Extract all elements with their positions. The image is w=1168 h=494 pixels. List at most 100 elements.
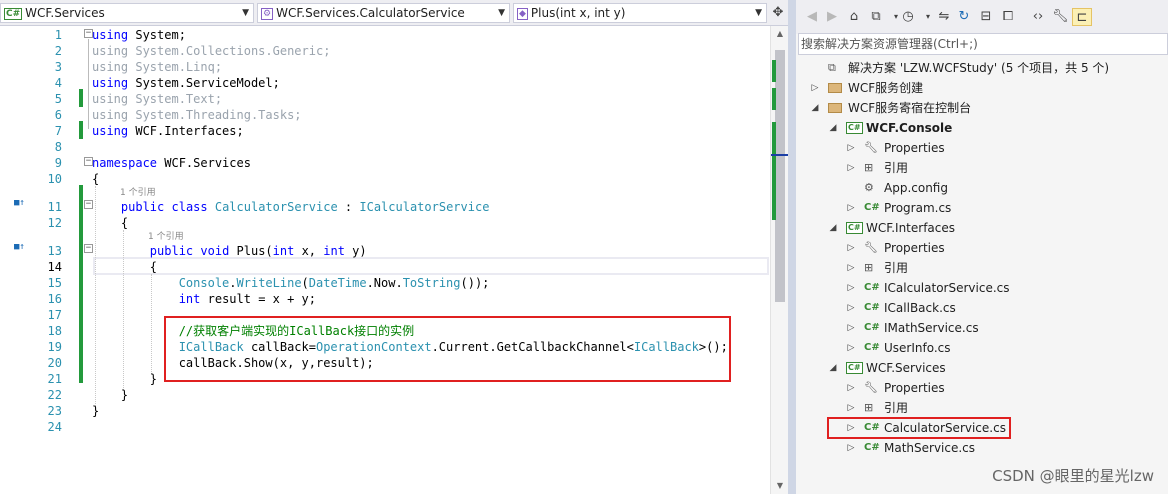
tree-item[interactable]: ◢ C# WCF.Interfaces	[796, 218, 1168, 238]
code-line[interactable]: using WCF.Interfaces;	[92, 123, 244, 139]
expand-arrow-icon[interactable]: ▷	[846, 318, 856, 338]
code-line[interactable]: }	[92, 387, 128, 403]
expand-arrow-icon[interactable]: ▷	[810, 78, 820, 98]
tree-item[interactable]: ▷ C# MathService.cs	[796, 438, 1168, 458]
split-editor-button[interactable]: ✥	[770, 3, 786, 23]
expand-arrow-icon[interactable]: ▷	[846, 438, 856, 458]
code-line[interactable]: public class CalculatorService : ICalcul…	[92, 199, 490, 215]
scroll-thumb[interactable]	[775, 50, 785, 302]
expand-arrow-icon[interactable]: ▷	[846, 258, 856, 278]
tree-item-label: 引用	[884, 261, 909, 275]
tree-item[interactable]: ⧉ 解决方案 'LZW.WCFStudy' (5 个项目，共 5 个)	[796, 58, 1168, 78]
tree-item[interactable]: ▷ ⊞ 引用	[796, 258, 1168, 278]
code-token: {	[92, 260, 158, 274]
tree-item[interactable]: ▷ C# Program.cs	[796, 198, 1168, 218]
code-token: class	[171, 200, 208, 214]
code-line[interactable]: {	[92, 171, 99, 187]
collapse-all-icon[interactable]: ⊟	[978, 8, 994, 26]
code-line[interactable]: using System;	[92, 27, 186, 43]
sync-with-document-icon[interactable]: ⇋	[936, 8, 952, 26]
expand-arrow-icon[interactable]: ▷	[846, 338, 856, 358]
code-token: int	[323, 244, 345, 258]
expand-arrow-icon[interactable]: ▷	[846, 238, 856, 258]
code-line[interactable]: int result = x + y;	[92, 291, 316, 307]
project-dropdown-label: WCF.Services	[25, 6, 105, 20]
config-icon: ⚙	[864, 181, 874, 194]
tree-item[interactable]: ▷ C# ICalculatorService.cs	[796, 278, 1168, 298]
tree-item[interactable]: ▷ ⊞ 引用	[796, 158, 1168, 178]
csproj-icon: C#	[846, 362, 863, 374]
forward-icon[interactable]: ▶	[824, 8, 840, 26]
tree-item[interactable]: ▷ 🔧︎ Properties	[796, 238, 1168, 258]
codelens-references[interactable]: 1 个引用	[120, 185, 156, 201]
expand-arrow-icon[interactable]: ▷	[846, 378, 856, 398]
code-line[interactable]: }	[92, 371, 157, 387]
tree-item[interactable]: ◢ C# WCF.Console	[796, 118, 1168, 138]
code-line[interactable]: namespace WCF.Services	[92, 155, 251, 171]
expand-arrow-icon[interactable]: ▷	[846, 298, 856, 318]
refresh-icon[interactable]: ↻	[956, 8, 972, 26]
code-line[interactable]: }	[92, 403, 99, 419]
tree-item[interactable]: ◢ WCF服务寄宿在控制台	[796, 98, 1168, 118]
fold-guide	[88, 39, 89, 129]
back-icon[interactable]: ◀	[804, 8, 820, 26]
type-dropdown[interactable]: ⚙ WCF.Services.CalculatorService ▼	[257, 3, 510, 23]
code-line[interactable]: using System.Text;	[92, 91, 222, 107]
collapse-arrow-icon[interactable]: ◢	[828, 218, 838, 238]
expand-arrow-icon[interactable]: ▷	[846, 158, 856, 178]
code-line[interactable]: using System.Collections.Generic;	[92, 43, 330, 59]
tree-item[interactable]: ▷ ⊞ 引用	[796, 398, 1168, 418]
code-line[interactable]: using System.Linq;	[92, 59, 222, 75]
collapse-arrow-icon[interactable]: ◢	[828, 358, 838, 378]
tree-item[interactable]: ⚙ App.config	[796, 178, 1168, 198]
collapse-arrow-icon[interactable]: ◢	[810, 98, 820, 118]
code-token: }	[92, 388, 129, 402]
expand-arrow-icon[interactable]: ▷	[846, 138, 856, 158]
solution-explorer-search-input[interactable]: 搜索解决方案资源管理器(Ctrl+;)	[798, 33, 1168, 55]
tree-item[interactable]: ◢ C# WCF.Services	[796, 358, 1168, 378]
code-token: {	[92, 216, 129, 230]
properties-wrench-icon[interactable]: 🔧︎	[1052, 8, 1069, 26]
expand-arrow-icon[interactable]: ▷	[846, 278, 856, 298]
expand-arrow-icon[interactable]: ▷	[846, 198, 856, 218]
code-line[interactable]: {	[92, 215, 128, 231]
scroll-down-icon[interactable]: ▼	[771, 478, 789, 494]
vertical-scrollbar[interactable]: ▲ ▼	[770, 26, 789, 494]
code-token: Console	[178, 276, 230, 290]
code-token: ());	[460, 276, 490, 290]
chevron-down-icon[interactable]: ▾	[920, 8, 936, 26]
member-dropdown[interactable]: ◆ Plus(int x, int y) ▼	[513, 3, 767, 23]
code-token: result = x + y;	[200, 292, 316, 306]
pane-splitter[interactable]	[788, 0, 796, 494]
collapse-arrow-icon[interactable]: ◢	[828, 118, 838, 138]
tree-item[interactable]: ▷ C# UserInfo.cs	[796, 338, 1168, 358]
switch-views-icon[interactable]: ⧉	[868, 8, 884, 26]
code-line[interactable]: using System.ServiceModel;	[92, 75, 280, 91]
pending-changes-icon[interactable]: ◷	[900, 8, 916, 26]
code-editor[interactable]: − − − − ■↑ ■↑ 1 2 3 4 5 6 7 8 9 10 11 12 13 14 15 16 17 1…	[0, 26, 770, 494]
tree-item-label: UserInfo.cs	[884, 341, 951, 355]
scroll-up-icon[interactable]: ▲	[771, 26, 789, 42]
code-line[interactable]: {	[92, 259, 157, 275]
project-dropdown[interactable]: C# WCF.Services ▼	[0, 3, 254, 23]
tree-item[interactable]: ▷ C# IMathService.cs	[796, 318, 1168, 338]
tree-item[interactable]: ▷ 🔧︎ Properties	[796, 378, 1168, 398]
code-line[interactable]: public void Plus(int x, int y)	[92, 243, 367, 259]
change-marker	[79, 185, 83, 383]
method-icon: ◆	[517, 8, 528, 20]
show-all-files-icon[interactable]: ⧠	[1000, 8, 1016, 26]
code-view-icon[interactable]: ‹›	[1030, 8, 1046, 26]
preview-selected-items-icon[interactable]: ⊏	[1072, 8, 1092, 26]
codelens-references[interactable]: 1 个引用	[148, 229, 184, 245]
code-line[interactable]: Console.WriteLine(DateTime.Now.ToString(…	[92, 275, 490, 291]
tree-item[interactable]: ▷ 🔧︎ Properties	[796, 138, 1168, 158]
line-number: 16	[47, 292, 62, 306]
tree-item[interactable]: ▷ C# ICallBack.cs	[796, 298, 1168, 318]
tree-item[interactable]: ▷ WCF服务创建	[796, 78, 1168, 98]
home-icon[interactable]: ⌂	[846, 8, 862, 26]
code-line[interactable]: using System.Threading.Tasks;	[92, 107, 302, 123]
expand-arrow-icon[interactable]: ▷	[846, 398, 856, 418]
tree-item-label: ICallBack.cs	[884, 301, 956, 315]
code-token: using System.Text;	[92, 92, 223, 106]
